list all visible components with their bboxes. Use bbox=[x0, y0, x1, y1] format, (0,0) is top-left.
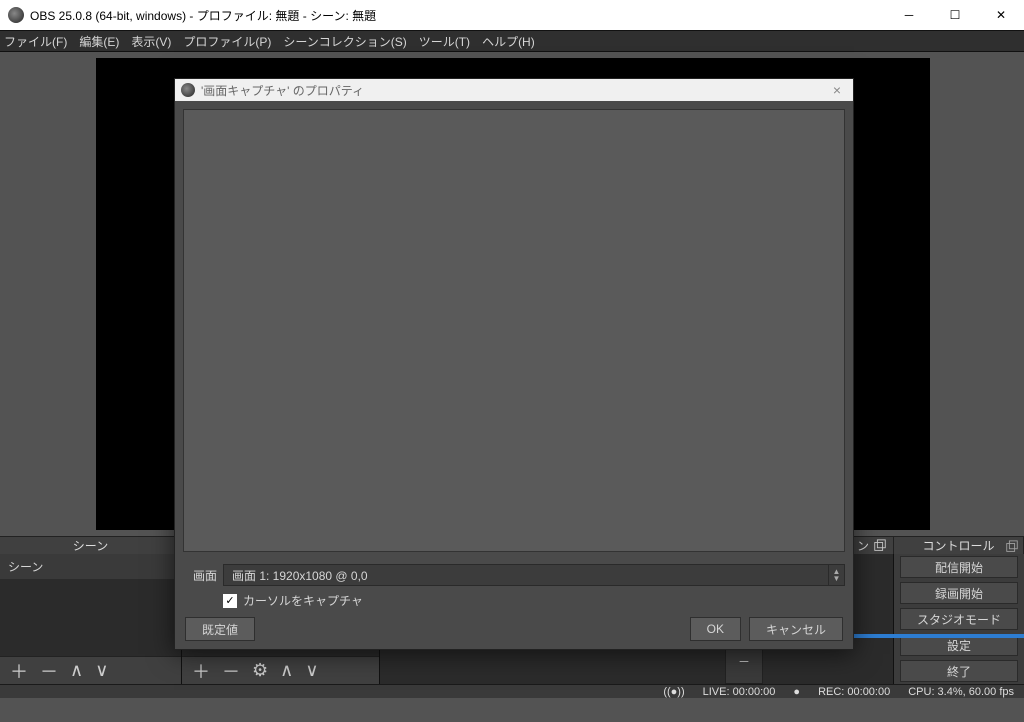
dialog-titlebar[interactable]: '画面キャプチャ' のプロパティ × bbox=[175, 79, 853, 101]
close-button[interactable]: ✕ bbox=[978, 0, 1024, 30]
maximize-button[interactable]: ☐ bbox=[932, 0, 978, 30]
menu-edit[interactable]: 編集(E) bbox=[79, 33, 119, 50]
menu-help[interactable]: ヘルプ(H) bbox=[482, 33, 535, 50]
status-rec: REC: 00:00:00 bbox=[818, 686, 890, 698]
menu-tools[interactable]: ツール(T) bbox=[419, 33, 470, 50]
cursor-checkbox[interactable]: ✓ bbox=[223, 594, 237, 608]
popout-icon bbox=[873, 539, 887, 553]
dialog-preview bbox=[183, 109, 845, 552]
controls-panel-title: コントロール bbox=[922, 537, 994, 554]
status-cpu: CPU: 3.4%, 60.00 fps bbox=[908, 686, 1014, 698]
menu-view[interactable]: 表示(V) bbox=[131, 33, 171, 50]
menu-file[interactable]: ファイル(F) bbox=[4, 33, 67, 50]
scene-list-item[interactable]: シーン bbox=[0, 554, 181, 579]
stream-indicator-icon: ((●)) bbox=[663, 686, 684, 698]
screen-select[interactable]: 画面 1: 1920x1080 @ 0,0 bbox=[223, 564, 829, 586]
obs-app-icon bbox=[8, 7, 24, 23]
add-source-button[interactable]: ＋ bbox=[192, 658, 210, 684]
remove-scene-button[interactable]: － bbox=[40, 658, 58, 684]
source-settings-button[interactable]: ⚙ bbox=[252, 660, 268, 681]
status-live: LIVE: 00:00:00 bbox=[703, 686, 776, 698]
remove-source-button[interactable]: － bbox=[222, 658, 240, 684]
screen-select-value: 画面 1: 1920x1080 @ 0,0 bbox=[232, 567, 368, 584]
defaults-button[interactable]: 既定値 bbox=[185, 617, 255, 641]
cancel-button[interactable]: キャンセル bbox=[749, 617, 843, 641]
ok-button[interactable]: OK bbox=[690, 617, 741, 641]
cursor-checkbox-label: カーソルをキャプチャ bbox=[243, 592, 363, 609]
sources-toolbar: ＋ － ⚙ ∧ ∨ bbox=[182, 656, 379, 684]
source-up-button[interactable]: ∧ bbox=[280, 660, 293, 681]
obs-dialog-icon bbox=[181, 83, 195, 97]
controls-dock: 配信開始 録画開始 スタジオモード 設定 終了 bbox=[894, 554, 1024, 684]
scene-down-button[interactable]: ∨ bbox=[95, 660, 108, 681]
record-indicator-icon: ● bbox=[793, 686, 800, 698]
start-recording-button[interactable]: 録画開始 bbox=[900, 582, 1018, 604]
scenes-panel-header[interactable]: シーン bbox=[0, 537, 182, 554]
transitions-title-tail: ン bbox=[857, 537, 869, 554]
start-streaming-button[interactable]: 配信開始 bbox=[900, 556, 1018, 578]
menu-bar: ファイル(F) 編集(E) 表示(V) プロファイル(P) シーンコレクション(… bbox=[0, 30, 1024, 52]
menu-scene-collection[interactable]: シーンコレクション(S) bbox=[283, 33, 406, 50]
exit-button[interactable]: 終了 bbox=[900, 660, 1018, 682]
popout-icon bbox=[1005, 540, 1019, 554]
scenes-panel-title: シーン bbox=[73, 537, 108, 554]
minimize-button[interactable]: ─ bbox=[886, 0, 932, 30]
window-title: OBS 25.0.8 (64-bit, windows) - プロファイル: 無… bbox=[30, 7, 886, 24]
scenes-dock: シーン ＋ － ∧ ∨ bbox=[0, 554, 182, 684]
scenes-toolbar: ＋ － ∧ ∨ bbox=[0, 656, 181, 684]
screen-select-spinner[interactable]: ▲▼ bbox=[829, 564, 845, 586]
status-bar: ((●)) LIVE: 00:00:00 ● REC: 00:00:00 CPU… bbox=[0, 684, 1024, 698]
dialog-title: '画面キャプチャ' のプロパティ bbox=[201, 82, 821, 99]
dialog-close-button[interactable]: × bbox=[821, 82, 853, 98]
window-titlebar: OBS 25.0.8 (64-bit, windows) - プロファイル: 無… bbox=[0, 0, 1024, 30]
add-scene-button[interactable]: ＋ bbox=[10, 658, 28, 684]
menu-profile[interactable]: プロファイル(P) bbox=[183, 33, 271, 50]
screen-field-label: 画面 bbox=[183, 567, 217, 584]
controls-panel-header[interactable]: コントロール bbox=[894, 537, 1024, 554]
properties-dialog: '画面キャプチャ' のプロパティ × 画面 画面 1: 1920x1080 @ … bbox=[174, 78, 854, 650]
scene-up-button[interactable]: ∧ bbox=[70, 660, 83, 681]
source-down-button[interactable]: ∨ bbox=[305, 660, 318, 681]
